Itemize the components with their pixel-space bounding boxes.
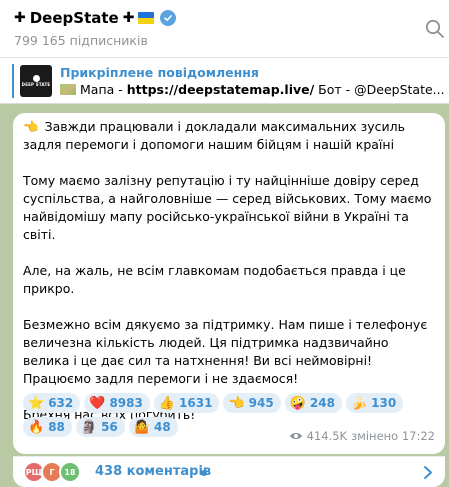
- reaction-count: 130: [371, 396, 397, 410]
- channel-title: ✚ DeepState ✚: [14, 9, 177, 27]
- message-bubble[interactable]: 👈 Завжди працювали і докладали максималь…: [13, 113, 445, 454]
- pinned-prefix: Мапа -: [80, 82, 127, 97]
- zany-face-icon: 🤪: [289, 395, 306, 411]
- message-paragraph: Тому маємо залізну репутацію і ту найцін…: [23, 173, 432, 242]
- reaction-count: 945: [248, 396, 274, 410]
- comments-bar[interactable]: РЩ Г 18 438 коментарів: [13, 456, 445, 487]
- reaction-shrug[interactable]: 🤷 48: [128, 417, 178, 437]
- reaction-star[interactable]: ⭐ 632: [23, 393, 81, 413]
- verified-badge-icon: [160, 10, 177, 26]
- reaction-count: 632: [48, 396, 74, 410]
- moai-icon: 🗿: [80, 419, 98, 435]
- fire-icon: 🔥: [28, 419, 45, 435]
- message-paragraph: 👈 Завжди працювали і докладали максималь…: [23, 118, 435, 154]
- chevron-right-icon[interactable]: [423, 465, 433, 480]
- pinned-label: Прикріплене повідомлення: [60, 65, 259, 80]
- pinned-thumbnail: DEEP STATE: [20, 65, 52, 97]
- search-icon[interactable]: [424, 18, 446, 40]
- avatar: 18: [59, 461, 81, 483]
- shrug-icon: 🤷: [133, 419, 150, 435]
- reaction-fire[interactable]: 🔥 88: [23, 417, 72, 437]
- eye-icon: [289, 433, 302, 439]
- map-icon: [60, 84, 76, 95]
- reaction-count: 88: [48, 420, 65, 434]
- subscriber-count: 799 165 підписників: [14, 33, 148, 48]
- title-prefix: ✚: [14, 10, 26, 26]
- thumbnail-label: DEEP STATE: [21, 82, 51, 87]
- thumbs-up-icon: 👍: [158, 395, 176, 411]
- reaction-moai[interactable]: 🗿 56: [75, 417, 125, 437]
- channel-name: DeepState: [29, 9, 119, 27]
- pinned-suffix: Бот - @DeepState...: [314, 82, 445, 97]
- reaction-zany-face[interactable]: 🤪 248: [284, 393, 342, 413]
- unread-dot-icon: [201, 470, 207, 476]
- commenter-avatars: РЩ Г 18: [23, 461, 93, 483]
- banana-icon: 🍌: [350, 395, 368, 411]
- message-meta: 414.5K змінено 17:22: [289, 429, 435, 443]
- point-left-icon: 👈: [228, 395, 245, 411]
- reaction-count: 1631: [179, 396, 213, 410]
- reaction-banana[interactable]: 🍌 130: [345, 393, 404, 413]
- view-count: 414.5K: [306, 429, 348, 443]
- reaction-count: 56: [101, 420, 118, 434]
- channel-header[interactable]: ✚ DeepState ✚ 799 165 підписників: [0, 0, 449, 58]
- message-paragraph: Безмежно всім дякуємо за підтримку. Нам …: [23, 317, 428, 386]
- reaction-heart[interactable]: ❤️ 8983: [84, 393, 150, 413]
- reaction-count: 48: [153, 420, 171, 434]
- reaction-point-left[interactable]: 👈 945: [223, 393, 281, 413]
- ukraine-flag-icon: [138, 12, 155, 24]
- reaction-count: 8983: [109, 396, 143, 410]
- pinned-link[interactable]: https://deepstatemap.live/: [127, 82, 314, 97]
- star-icon: ⭐: [28, 395, 45, 411]
- comments-count[interactable]: 438 коментарів: [95, 464, 211, 479]
- reaction-thumbs-up[interactable]: 👍 1631: [153, 393, 220, 413]
- deepstate-logo-icon: [32, 75, 40, 82]
- paragraph-text: Завжди працювали і докладали максимальни…: [23, 119, 405, 152]
- point-left-emoji-icon: 👈: [23, 119, 39, 134]
- message-paragraph: Але, на жаль, не всім главкомам подобаєт…: [23, 263, 406, 296]
- pinned-preview: Мапа - https://deepstatemap.live/ Бот - …: [60, 82, 445, 97]
- edited-time: змінено 17:22: [351, 429, 435, 443]
- title-suffix: ✚: [122, 10, 135, 26]
- heart-icon: ❤️: [89, 395, 106, 411]
- message-text: 👈 Завжди працювали і докладали максималь…: [23, 118, 435, 424]
- pinned-message-bar[interactable]: DEEP STATE Прикріплене повідомлення Мапа…: [0, 58, 449, 104]
- pinned-accent-line: [12, 64, 14, 98]
- reaction-count: 248: [309, 396, 335, 410]
